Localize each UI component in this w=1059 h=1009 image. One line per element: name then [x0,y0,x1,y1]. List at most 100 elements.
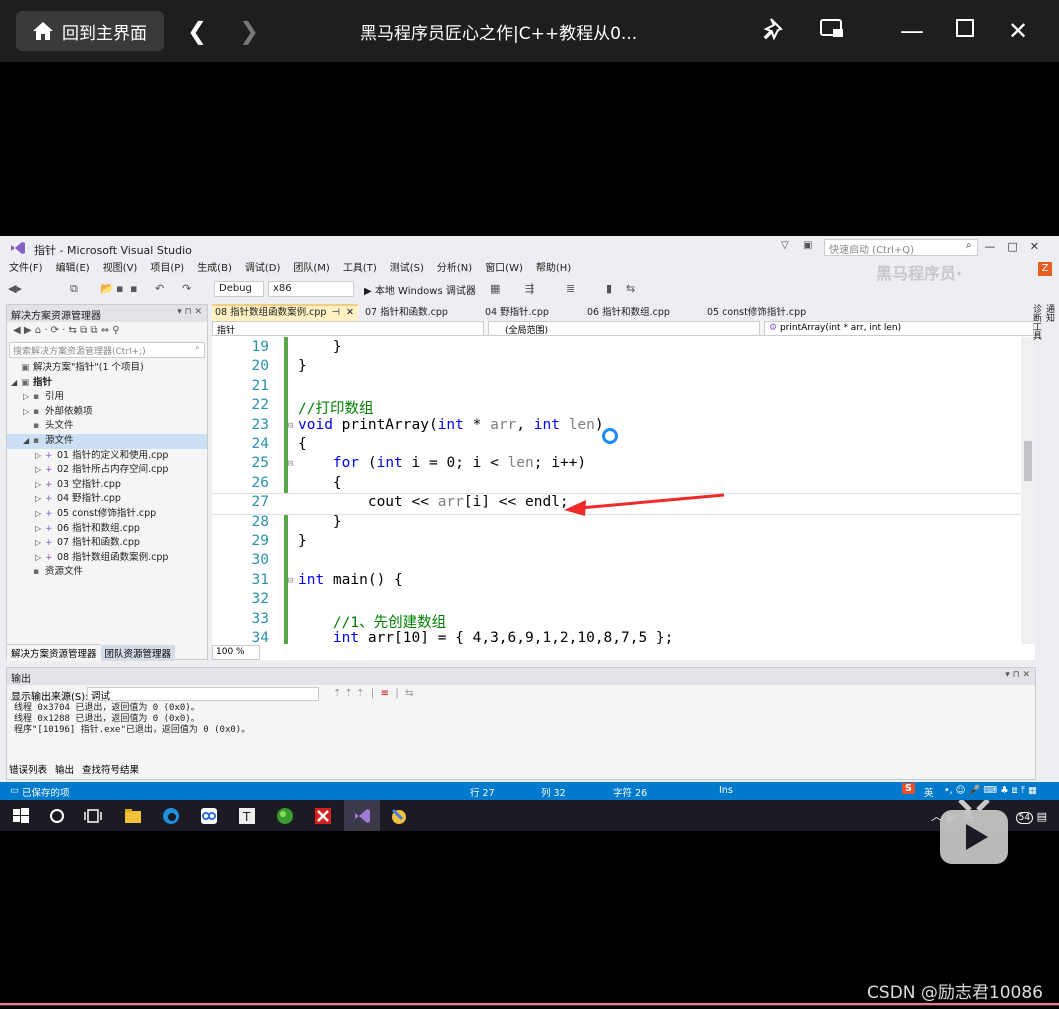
quick-launch-input[interactable]: 快速启动 (Ctrl+Q) [824,239,978,256]
menu-item[interactable]: 窗口(W) [485,260,523,278]
pin-icon[interactable] [760,16,790,46]
menu-item[interactable]: 调试(D) [245,260,281,278]
tree-item[interactable]: ▷ +08 指针数组函数案例.cpp [7,551,207,566]
menu-item[interactable]: 生成(B) [197,260,232,278]
expand-arrow-icon[interactable]: ▷ [35,449,45,464]
expand-arrow-icon[interactable]: ▷ [23,390,33,405]
code-text-area[interactable]: 19 } 20} 21 22//打印数组 23 void printArray(int *… [212,337,1035,644]
ime-mode[interactable]: 英 [924,785,934,799]
tab-team-explorer[interactable]: 团队资源管理器 [100,645,176,661]
save-icon[interactable]: ▪ [116,282,123,295]
toolbar-icon-c[interactable]: ≣ [566,282,575,295]
scope-nav-select[interactable]: (全局范围) [488,321,760,336]
tab-find-symbol[interactable]: 查找符号结果 [79,761,142,777]
code-line[interactable]: 30 [212,552,1022,571]
tree-item[interactable]: ▷ +02 指针所占内存空间.cpp [7,463,207,478]
solution-explorer-toolbar[interactable]: ◀ ▶ ⌂ · ⟳ · ⇆ ⧉ ⧉ ⇔ ⚲ [7,322,207,342]
platform-select[interactable]: x86 [268,281,354,297]
toolbar-icon-b[interactable]: ⇶ [525,282,534,295]
close-icon[interactable]: ✕ [1003,16,1033,46]
output-source-select[interactable]: 调试 [87,687,319,702]
undo-icon[interactable]: ↶ [155,282,164,295]
code-line[interactable]: 25 for (int i = 0; i < len; i++) [212,455,1022,474]
expand-arrow-icon[interactable]: ▷ [35,522,45,537]
vs-window-controls[interactable]: —□✕ [984,240,1051,253]
code-line[interactable]: 31 int main() { [212,572,1022,591]
scrollbar-thumb[interactable] [1024,441,1032,481]
member-nav-select[interactable]: ⚙ printArray(int * arr, int len) [764,321,1034,336]
output-tools-icons[interactable]: ⇡ ⇡ ⇡ | ≡ | ⇆ [333,688,413,699]
pin-tab-icon[interactable]: ⊣ [332,306,340,320]
edge-browser-icon[interactable] [162,807,180,825]
solution-search-input[interactable]: 搜索解决方案资源管理器(Ctrl+;) ⌕ [9,342,205,358]
doc-tab[interactable]: 05 const修饰指针.cpp [704,304,806,321]
bookmark-icon[interactable]: ▮ [606,282,612,295]
sogou-ime-icon[interactable]: S [902,783,915,794]
tree-item[interactable]: ▷ +07 指针和函数.cpp [7,536,207,551]
code-line[interactable]: 34 int arr[10] = { 4,3,6,9,1,2,10,8,7,5 … [212,630,1022,644]
notification-icon[interactable]: ▤ [1037,810,1047,823]
side-tab-notifications[interactable]: 通知 [1043,304,1056,340]
expand-arrow-icon[interactable]: ◢ [23,434,33,449]
tree-item[interactable]: ◢ ▣ 指针 [7,376,207,391]
minimize-icon[interactable]: — [897,16,927,46]
tree-item[interactable]: ▷ +06 指针和数组.cpp [7,522,207,537]
search-circle-icon[interactable] [48,807,66,825]
back-nav-icon[interactable]: ◀▸ [8,282,22,295]
tree-item[interactable]: ▷ +03 空指针.cpp [7,478,207,493]
tree-item[interactable]: ▷ +05 const修饰指针.cpp [7,507,207,522]
taskbar-active-app[interactable] [344,800,380,831]
menu-item[interactable]: 视图(V) [103,260,138,278]
vertical-scrollbar[interactable] [1021,337,1035,644]
expand-arrow-icon[interactable]: ▷ [35,536,45,551]
pip-icon[interactable] [817,16,847,46]
side-tab-diagnostics[interactable]: 诊断工具 [1030,304,1043,340]
typora-icon[interactable]: T [238,807,256,825]
code-line[interactable]: 33 //1、先创建数组 [212,611,1022,631]
green-app-icon[interactable] [276,807,294,825]
tree-item[interactable]: ▪ 资源文件 [7,565,207,580]
tab-solution-explorer[interactable]: 解决方案资源管理器 [7,644,101,661]
expand-arrow-icon[interactable]: ▷ [35,463,45,478]
code-line[interactable]: 32 [212,591,1022,610]
code-line[interactable]: 26 { [212,475,1022,494]
open-icon[interactable]: 📂 [100,282,114,295]
toolbar-icon-d[interactable]: ⇆ [626,282,635,295]
expand-arrow-icon[interactable]: ▷ [23,405,33,420]
zoom-level-select[interactable]: 100 % [212,645,260,660]
project-nav-select[interactable]: 指针 [212,321,484,336]
expand-arrow-icon[interactable]: ▷ [35,507,45,522]
tree-item[interactable]: ▷ ▪ 引用 [7,390,207,405]
redo-icon[interactable]: ↷ [182,282,191,295]
play-button-icon[interactable] [940,800,1008,864]
doc-tab[interactable]: 06 指针和数组.cpp [584,304,670,321]
back-icon[interactable]: ❮ [182,16,212,46]
menu-item[interactable]: 帮助(H) [536,260,571,278]
expand-arrow-icon[interactable]: ▷ [35,551,45,566]
menu-item[interactable]: 编辑(E) [56,260,90,278]
menu-item[interactable]: 工具(T) [343,260,377,278]
task-view-icon[interactable] [84,807,102,825]
menu-item[interactable]: 项目(P) [150,260,184,278]
tree-item[interactable]: ◢ ▪ 源文件 [7,433,207,449]
doc-tab-active[interactable]: 08 指针数组函数案例.cpp ✕ ⊣ [212,304,358,321]
filter-icon[interactable]: ▽ [781,240,789,251]
home-button[interactable]: 回到主界面 [16,11,164,51]
code-line[interactable]: 19 } [212,339,1022,358]
tab-error-list[interactable]: 错误列表 [6,761,50,777]
fold-toggle-icon[interactable]: ⊟ [288,421,293,431]
maximize-icon[interactable] [950,16,980,46]
panel-pin-icon[interactable]: ▾ ⊓ ✕ [1005,670,1030,680]
expand-arrow-icon[interactable]: ▷ [35,478,45,493]
baidu-netdisk-icon[interactable] [200,807,218,825]
menu-item[interactable]: 文件(F) [9,260,43,278]
tree-item[interactable]: ▷ +04 野指针.cpp [7,492,207,507]
code-line[interactable]: 29} [212,533,1022,552]
close-tab-icon[interactable]: ✕ [346,306,354,320]
tree-item[interactable]: ▪ 头文件 [7,419,207,434]
code-line[interactable]: 20} [212,358,1022,377]
code-line[interactable]: 27 cout << arr[i] << endl; [212,493,1023,515]
xmind-icon[interactable] [314,807,332,825]
file-explorer-icon[interactable] [124,807,142,825]
forward-icon[interactable]: ❯ [234,16,264,46]
